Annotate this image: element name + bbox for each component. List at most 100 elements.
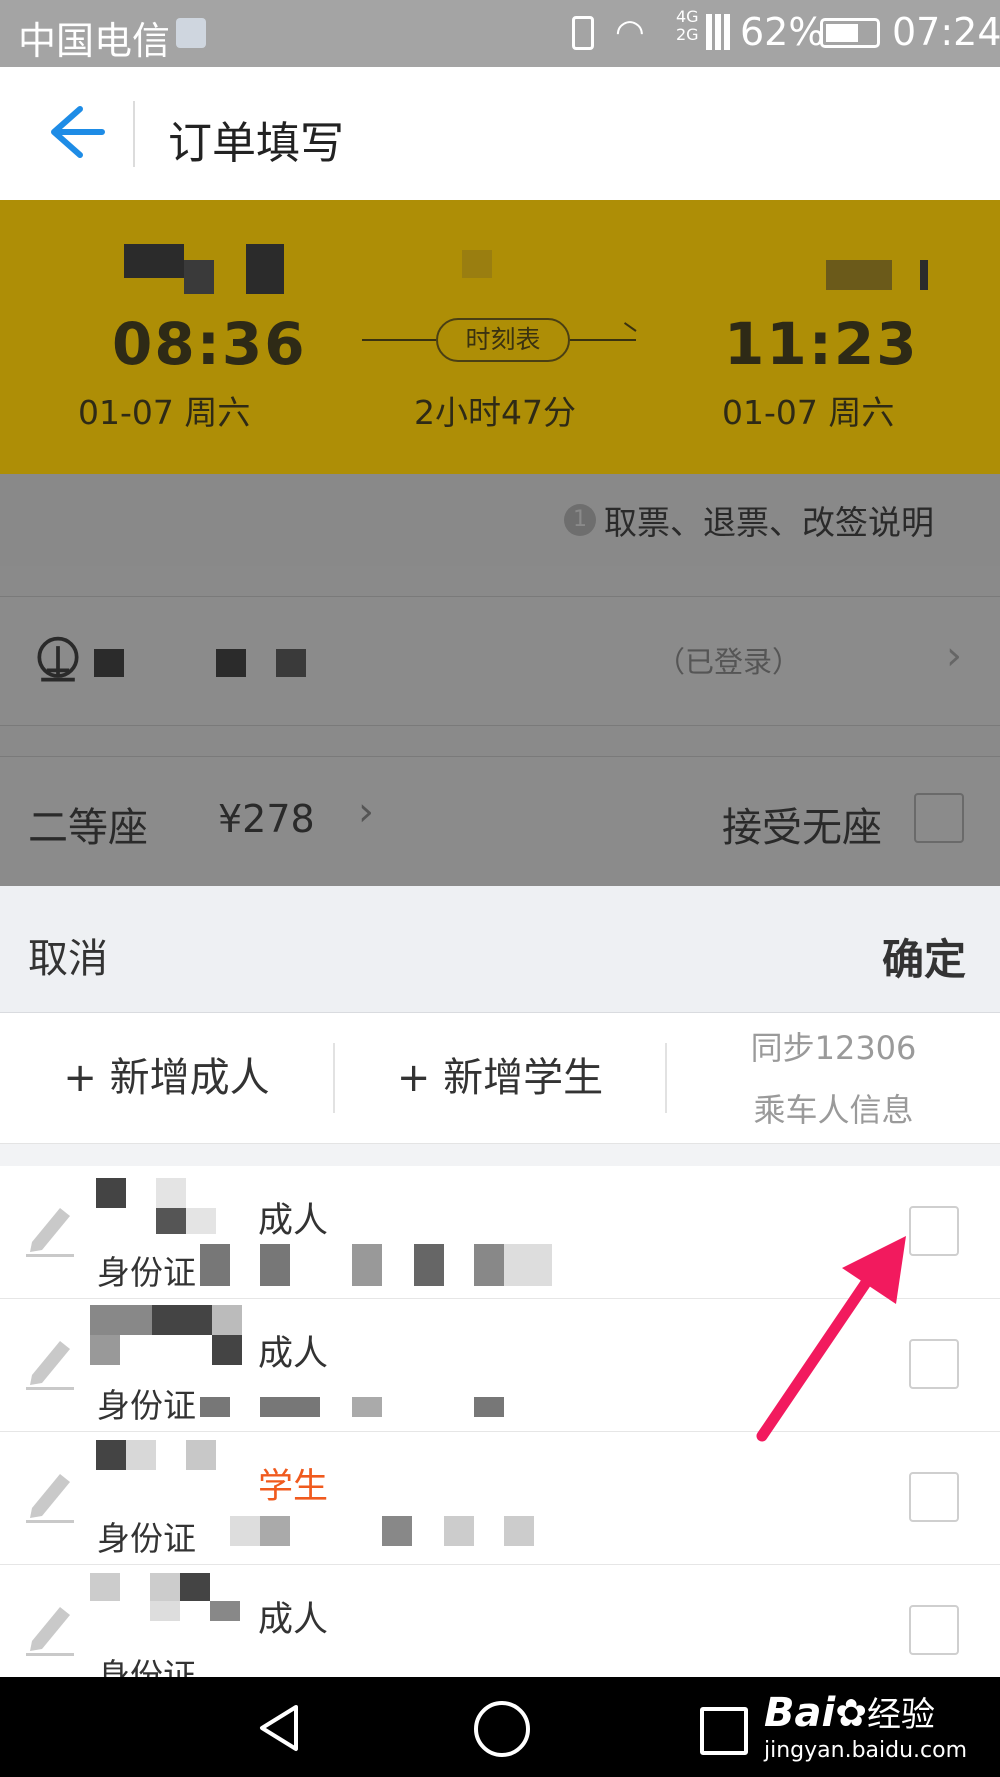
title-divider bbox=[133, 101, 135, 167]
add-passenger-row: + 新增成人 + 新增学生 同步12306 乘车人信息 bbox=[0, 1013, 1000, 1144]
confirm-button[interactable]: 确定 bbox=[882, 926, 966, 987]
id-type-label: 身份证 bbox=[97, 1253, 196, 1292]
recents-square-icon[interactable] bbox=[700, 1707, 748, 1755]
chevron-right-icon: › bbox=[946, 633, 962, 679]
name-redacted bbox=[212, 1335, 242, 1365]
passenger-row[interactable]: 成人 身份证 bbox=[0, 1565, 1000, 1677]
name-redacted bbox=[126, 1440, 156, 1470]
seat-class[interactable]: 二等座 bbox=[28, 795, 148, 853]
passenger-type: 成人 bbox=[258, 1600, 329, 1640]
sync-line-1: 同步12306 bbox=[750, 1029, 917, 1067]
add-student-button[interactable]: + 新增学生 bbox=[335, 1013, 665, 1143]
sync-12306-button[interactable]: 同步12306 乘车人信息 bbox=[667, 1013, 1000, 1143]
id-number-redacted bbox=[474, 1244, 504, 1286]
passenger-type-student: 学生 bbox=[258, 1467, 329, 1507]
train-logo-icon bbox=[37, 636, 79, 682]
arrive-station-redacted bbox=[826, 260, 892, 290]
route-line-left bbox=[362, 339, 436, 341]
passenger-checkbox[interactable] bbox=[909, 1339, 959, 1389]
passenger-row[interactable]: 成人 身份证 bbox=[0, 1166, 1000, 1299]
vibrate-icon bbox=[572, 16, 594, 50]
home-circle-icon[interactable] bbox=[474, 1701, 530, 1757]
arrive-time: 11:23 bbox=[724, 310, 919, 378]
back-arrow-icon[interactable] bbox=[40, 97, 110, 167]
chevron-right-icon[interactable]: › bbox=[358, 789, 374, 835]
watermark-url: jingyan.baidu.com bbox=[764, 1738, 968, 1763]
id-number-redacted bbox=[444, 1516, 474, 1546]
seat-price: ¥278 bbox=[218, 797, 315, 841]
id-number-redacted bbox=[504, 1244, 552, 1286]
name-redacted bbox=[150, 1573, 180, 1601]
arrive-date: 01-07 周六 bbox=[722, 393, 895, 432]
passenger-checkbox[interactable] bbox=[909, 1472, 959, 1522]
username-redacted bbox=[276, 649, 306, 677]
username-redacted bbox=[94, 649, 124, 677]
name-redacted bbox=[150, 1601, 180, 1621]
status-bar: 中国电信 ◠ 4G 2G 62% 07:24 bbox=[0, 0, 1000, 67]
accept-no-seat-checkbox[interactable] bbox=[914, 793, 964, 843]
name-redacted bbox=[90, 1573, 120, 1601]
edit-pencil-icon[interactable] bbox=[22, 1462, 78, 1526]
depart-time: 08:36 bbox=[112, 310, 307, 378]
id-number-redacted bbox=[352, 1244, 382, 1286]
watermark-brand-2: 经验 bbox=[867, 1695, 936, 1735]
cancel-button[interactable]: 取消 bbox=[28, 926, 108, 984]
timetable-button[interactable]: 时刻表 bbox=[436, 318, 570, 362]
edit-pencil-icon[interactable] bbox=[22, 1595, 78, 1659]
name-redacted bbox=[96, 1440, 126, 1470]
account-row[interactable]: （已登录） › bbox=[0, 596, 1000, 726]
sheet-header: 取消 确定 bbox=[0, 886, 1000, 1013]
id-type-label: 身份证 bbox=[97, 1386, 196, 1425]
id-number-redacted bbox=[200, 1397, 230, 1417]
accept-no-seat-label: 接受无座 bbox=[722, 805, 882, 851]
passenger-row[interactable]: 成人 身份证 bbox=[0, 1299, 1000, 1432]
name-redacted bbox=[90, 1335, 120, 1365]
route-arrowhead bbox=[623, 322, 637, 332]
train-number-redacted bbox=[462, 250, 492, 278]
page-title: 订单填写 bbox=[168, 118, 344, 169]
image-notification-icon bbox=[176, 18, 206, 48]
rules-link[interactable]: 取票、退票、改签说明 bbox=[604, 496, 934, 544]
passenger-sheet: 取消 确定 + 新增成人 + 新增学生 同步12306 乘车人信息 成人 身份证 bbox=[0, 886, 1000, 1677]
watermark-brand: Bai bbox=[764, 1690, 836, 1736]
battery-icon bbox=[820, 18, 880, 48]
route-line-right bbox=[570, 339, 636, 341]
id-number-redacted bbox=[414, 1244, 444, 1286]
id-number-redacted bbox=[474, 1397, 504, 1417]
id-number-redacted bbox=[352, 1397, 382, 1417]
name-redacted bbox=[90, 1305, 152, 1335]
name-redacted bbox=[186, 1208, 216, 1234]
depart-station-redacted bbox=[124, 244, 184, 278]
edit-pencil-icon[interactable] bbox=[22, 1196, 78, 1260]
id-type-label: 身份证 bbox=[97, 1656, 196, 1677]
edit-pencil-icon[interactable] bbox=[22, 1329, 78, 1393]
clock: 07:24 bbox=[892, 10, 1000, 54]
network-type: 4G 2G bbox=[676, 7, 699, 44]
passenger-checkbox[interactable] bbox=[909, 1605, 959, 1655]
name-redacted bbox=[210, 1601, 240, 1621]
username-redacted bbox=[216, 649, 246, 677]
name-redacted bbox=[186, 1440, 216, 1470]
name-redacted bbox=[156, 1208, 186, 1234]
train-info-header: 08:36 01-07 周六 时刻表 2小时47分 11:23 01-07 周六 bbox=[0, 200, 1000, 474]
add-adult-button[interactable]: + 新增成人 bbox=[0, 1013, 333, 1143]
passenger-type: 成人 bbox=[258, 1334, 329, 1374]
dimmed-content: 1 取票、退票、改签说明 （已登录） › 二等座 ¥278 › 接受无座 bbox=[0, 474, 1000, 887]
watermark: Bai✿经验 jingyan.baidu.com bbox=[764, 1687, 967, 1763]
id-number-redacted bbox=[260, 1244, 290, 1286]
id-type-label: 身份证 bbox=[97, 1519, 196, 1558]
depart-station-redacted bbox=[246, 244, 284, 294]
trip-duration: 2小时47分 bbox=[414, 393, 576, 432]
arrive-station-redacted bbox=[920, 260, 928, 290]
login-status: （已登录） bbox=[656, 645, 802, 679]
passenger-type: 成人 bbox=[258, 1201, 329, 1241]
rules-row[interactable]: 1 取票、退票、改签说明 bbox=[0, 474, 1000, 566]
passenger-row[interactable]: 学生 身份证 bbox=[0, 1432, 1000, 1565]
id-number-redacted bbox=[230, 1516, 260, 1546]
wifi-icon: ◠ bbox=[615, 12, 645, 52]
back-triangle-icon[interactable] bbox=[254, 1703, 304, 1753]
info-icon: 1 bbox=[564, 504, 596, 536]
passenger-checkbox[interactable] bbox=[909, 1206, 959, 1256]
id-number-redacted bbox=[200, 1244, 230, 1286]
sync-line-2: 乘车人信息 bbox=[753, 1091, 914, 1129]
